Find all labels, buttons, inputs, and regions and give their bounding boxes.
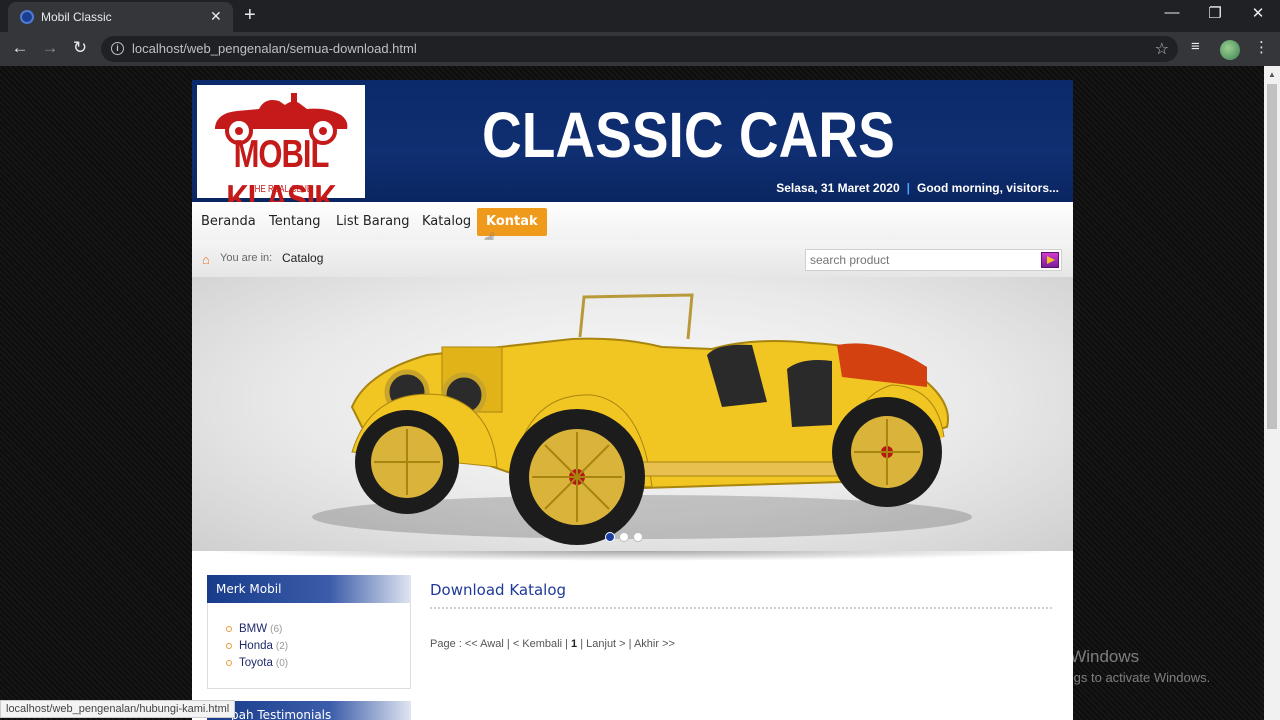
web-page: MOBIL KLASIK THE REAL CLUB CLASSIC CARS … (192, 80, 1073, 720)
pager-current: 1 (571, 638, 578, 650)
header-date: Selasa, 31 Maret 2020 (776, 181, 900, 195)
main-menu: Beranda Tentang List Barang Katalog Kont… (192, 202, 1073, 240)
sidebar-title: Merk Mobil (216, 582, 282, 596)
url-text[interactable]: localhost/web_pengenalan/semua-download.… (132, 41, 417, 56)
site-title: CLASSIC CARS (482, 99, 895, 171)
scroll-up-arrow-icon[interactable]: ▲ (1268, 70, 1276, 79)
browser-toolbar: ← → ↻ i localhost/web_pengenalan/semua-d… (0, 32, 1280, 66)
browser-tab[interactable]: Mobil Classic ✕ (8, 2, 233, 32)
bullet-icon (226, 642, 232, 649)
hero-slider (192, 277, 1073, 551)
scrollbar-thumb[interactable] (1267, 84, 1277, 429)
reload-icon[interactable]: ↻ (70, 38, 90, 58)
breadcrumb-bar: ⌂ You are in: Catalog (192, 240, 1073, 277)
brand-name[interactable]: Toyota (239, 657, 273, 669)
menu-item-tentang[interactable]: Tentang (260, 208, 330, 236)
tab-title: Mobil Classic (41, 10, 112, 24)
minimize-button[interactable]: — (1157, 4, 1187, 21)
pager-separator: | (565, 638, 568, 650)
brand-item-bmw[interactable]: BMW (6) (226, 623, 288, 640)
bullet-icon (226, 659, 232, 666)
pager-separator: | (628, 638, 632, 650)
sidebar-brand-box: BMW (6) Honda (2) Toyota (0) (207, 603, 411, 689)
brand-list: BMW (6) Honda (2) Toyota (0) (226, 623, 288, 674)
yellow-classic-car-image (312, 293, 972, 545)
search-submit-button[interactable] (1041, 252, 1059, 268)
pager-separator: | (580, 638, 584, 650)
brand-name[interactable]: Honda (239, 640, 273, 652)
sidebar-title-testimonials: pah Testimonials (231, 708, 332, 720)
pager-separator: | (506, 638, 510, 650)
menu-item-list-barang[interactable]: List Barang (327, 208, 419, 236)
brand-count: (6) (270, 624, 283, 635)
link-status-bar: localhost/web_pengenalan/hubungi-kami.ht… (0, 700, 236, 718)
brand-item-toyota[interactable]: Toyota (0) (226, 657, 288, 674)
page-scrollbar[interactable]: ▲ (1264, 66, 1280, 720)
address-bar[interactable]: i localhost/web_pengenalan/semua-downloa… (101, 36, 1178, 62)
pager-prefix: Page : (430, 638, 462, 650)
slider-dot-3[interactable] (633, 532, 643, 542)
header-separator: | (906, 181, 910, 195)
content-title: Download Katalog (430, 581, 567, 599)
menu-item-katalog[interactable]: Katalog (413, 208, 480, 236)
forward-arrow-icon[interactable]: → (40, 38, 60, 58)
bookmark-star-icon[interactable]: ☆ (1155, 39, 1169, 59)
pager-prev-link[interactable]: < Kembali (513, 638, 562, 650)
activation-watermark-title: Activate Windows (1005, 647, 1140, 666)
bullet-icon (226, 625, 232, 632)
pager-last-link[interactable]: Akhir >> (634, 638, 675, 650)
breadcrumb-label: You are in: (220, 252, 273, 264)
brand-name[interactable]: BMW (239, 623, 267, 635)
sidebar-header-testimonials: pah Testimonials (207, 701, 411, 720)
page-viewport: MOBIL KLASIK THE REAL CLUB CLASSIC CARS … (0, 66, 1264, 720)
header-greeting: Good morning, visitors... (916, 181, 1059, 195)
menu-item-beranda[interactable]: Beranda (192, 208, 265, 236)
logo-subtitle: THE REAL CLUB (249, 184, 313, 195)
profile-avatar-icon[interactable] (1220, 40, 1240, 60)
search-input[interactable] (810, 253, 1035, 267)
activation-watermark-text: Go to Settings to activate Windows. (1005, 670, 1211, 685)
slider-dot-1[interactable] (605, 532, 615, 542)
header-info: Selasa, 31 Maret 2020 | Good morning, visi… (776, 181, 1059, 195)
home-icon: ⌂ (202, 252, 210, 267)
media-queue-icon[interactable]: ≡ (1191, 38, 1200, 55)
brand-count: (2) (275, 641, 289, 652)
close-tab-icon[interactable]: ✕ (210, 8, 222, 25)
brand-count: (0) (275, 658, 289, 669)
info-icon[interactable]: i (111, 42, 124, 55)
slider-dots (605, 529, 647, 547)
back-arrow-icon[interactable]: ← (10, 38, 30, 58)
site-logo[interactable]: MOBIL KLASIK THE REAL CLUB (197, 85, 365, 221)
sidebar-header: Merk Mobil (207, 575, 411, 603)
pager-first-link[interactable]: << Awal (465, 638, 504, 650)
pager-next-link[interactable]: Lanjut > (586, 638, 625, 650)
content-divider (430, 607, 1052, 609)
window-close-button[interactable]: ✕ (1243, 4, 1273, 22)
site-header: MOBIL KLASIK THE REAL CLUB CLASSIC CARS … (192, 80, 1073, 221)
breadcrumb-current[interactable]: Catalog (282, 251, 323, 265)
globe-icon (20, 10, 34, 24)
pagination: Page : << Awal | < Kembali | 1 | Lanjut … (430, 638, 675, 650)
new-tab-button[interactable]: + (244, 4, 256, 26)
search-box (805, 249, 1062, 271)
brand-item-honda[interactable]: Honda (2) (226, 640, 288, 657)
slider-dot-2[interactable] (619, 532, 629, 542)
browser-tab-strip: Mobil Classic ✕ + — ❐ ✕ (0, 0, 1280, 32)
hero-shadow (202, 551, 1063, 561)
menu-kebab-icon[interactable]: ⋮ (1254, 38, 1269, 56)
restore-button[interactable]: ❐ (1200, 4, 1230, 22)
